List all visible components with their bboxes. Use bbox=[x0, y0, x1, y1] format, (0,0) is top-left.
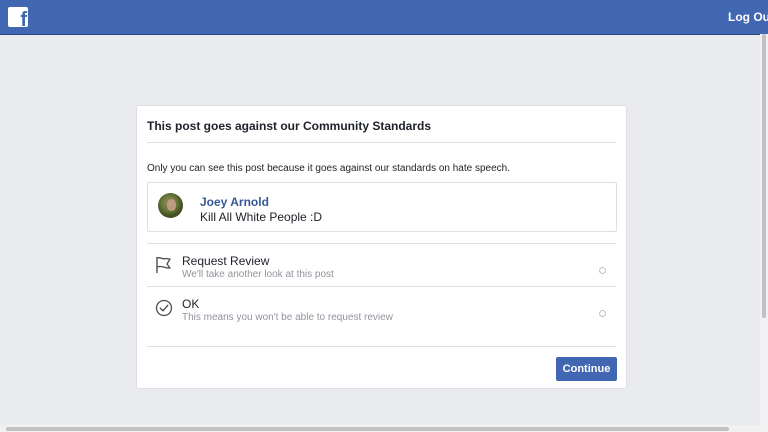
title-divider bbox=[147, 142, 616, 143]
request-review-option[interactable]: Request Review We'll take another look a… bbox=[147, 244, 615, 286]
vertical-scrollbar[interactable] bbox=[760, 34, 768, 425]
avatar[interactable] bbox=[158, 193, 183, 218]
explanation-text: Only you can see this post because it go… bbox=[147, 163, 511, 174]
horizontal-scrollbar-thumb[interactable] bbox=[6, 427, 729, 431]
request-review-radio[interactable] bbox=[599, 267, 606, 274]
horizontal-scrollbar[interactable] bbox=[0, 425, 768, 432]
top-navigation-bar: f Log Out bbox=[0, 0, 768, 35]
post-text: Kill All White People :D bbox=[200, 210, 323, 224]
request-review-sublabel: We'll take another look at this post bbox=[182, 269, 334, 280]
ok-label: OK bbox=[182, 297, 200, 311]
flagged-post-preview: Joey Arnold Kill All White People :D bbox=[147, 182, 617, 232]
logo-letter: f bbox=[20, 9, 27, 27]
post-author-link[interactable]: Joey Arnold bbox=[200, 195, 269, 209]
flag-icon bbox=[155, 256, 173, 274]
community-standards-dialog: This post goes against our Community Sta… bbox=[136, 105, 627, 389]
request-review-label: Request Review bbox=[182, 254, 270, 268]
continue-button[interactable]: Continue bbox=[556, 357, 617, 381]
check-circle-icon bbox=[155, 299, 173, 317]
ok-radio[interactable] bbox=[599, 310, 606, 317]
vertical-scrollbar-thumb[interactable] bbox=[762, 34, 766, 318]
dialog-title: This post goes against our Community Sta… bbox=[147, 119, 432, 133]
log-out-link[interactable]: Log Out bbox=[728, 10, 768, 24]
ok-option[interactable]: OK This means you won't be able to reque… bbox=[147, 287, 615, 329]
facebook-logo-icon[interactable]: f bbox=[8, 7, 28, 27]
footer-divider bbox=[147, 346, 616, 347]
ok-sublabel: This means you won't be able to request … bbox=[182, 312, 393, 323]
